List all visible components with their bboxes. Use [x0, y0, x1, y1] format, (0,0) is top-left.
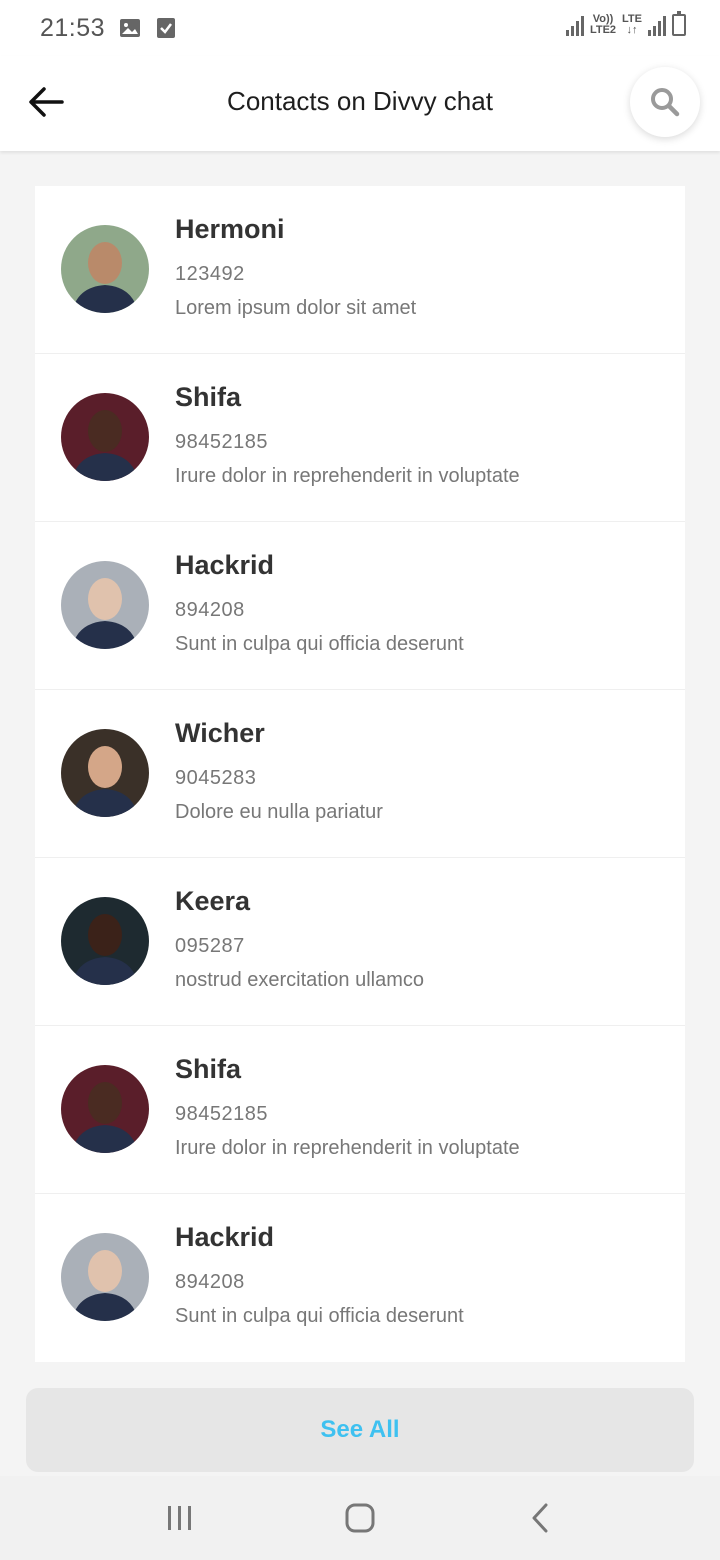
status-time: 21:53: [40, 13, 106, 42]
contact-status: Dolore eu nulla pariatur: [175, 801, 383, 823]
page-title: Contacts on Divvy chat: [227, 86, 493, 116]
contact-status: Lorem ipsum dolor sit amet: [175, 297, 417, 319]
nav-back-button[interactable]: [510, 1488, 570, 1548]
avatar: [61, 897, 149, 985]
recents-button[interactable]: [150, 1488, 210, 1548]
contact-name: Shifa: [175, 382, 242, 412]
image-notification-icon: [120, 19, 141, 37]
battery-icon: [672, 11, 686, 36]
contact-number: 123492: [175, 263, 245, 285]
status-bar: 21:53 Vo)) LTE2 LTE ↓↑: [0, 0, 720, 56]
contact-row[interactable]: Hackrid 894208 Sunt in culpa qui officia…: [35, 522, 685, 690]
contact-status: Irure dolor in reprehenderit in voluptat…: [175, 1137, 520, 1159]
contact-status: nostrud exercitation ullamco: [175, 969, 425, 991]
contact-row[interactable]: Keera 095287 nostrud exercitation ullamc…: [35, 858, 685, 1026]
contact-name: Hackrid: [175, 550, 275, 580]
contact-row[interactable]: Shifa 98452185 Irure dolor in reprehende…: [35, 1026, 685, 1194]
contact-number: 894208: [175, 599, 245, 621]
contact-status: Irure dolor in reprehenderit in voluptat…: [175, 465, 520, 487]
contact-list: Hermoni 123492 Lorem ipsum dolor sit ame…: [35, 186, 685, 1362]
contact-row[interactable]: Hermoni 123492 Lorem ipsum dolor sit ame…: [35, 186, 685, 354]
contact-number: 894208: [175, 1271, 245, 1293]
contact-name: Keera: [175, 886, 251, 916]
contact-row[interactable]: Shifa 98452185 Irure dolor in reprehende…: [35, 354, 685, 522]
contact-status: Sunt in culpa qui officia deserunt: [175, 1305, 464, 1327]
contact-name: Hermoni: [175, 214, 285, 244]
volte-indicator: Vo)) LTE2: [589, 13, 617, 36]
avatar: [61, 561, 149, 649]
contact-row[interactable]: Hackrid 894208 Sunt in culpa qui officia…: [35, 1194, 685, 1362]
task-notification-icon: [157, 18, 176, 38]
contact-number: 095287: [175, 935, 245, 957]
contact-status: Sunt in culpa qui officia deserunt: [175, 633, 464, 655]
see-all-button[interactable]: See All: [26, 1388, 694, 1472]
search-button[interactable]: [630, 67, 700, 137]
avatar: [61, 729, 149, 817]
home-button[interactable]: [330, 1488, 390, 1548]
recents-icon: [168, 1506, 191, 1530]
avatar: [61, 1233, 149, 1321]
contact-number: 98452185: [175, 1103, 268, 1125]
contact-name: Wicher: [175, 718, 265, 748]
navigation-bar: [0, 1476, 720, 1560]
app-header: Contacts on Divvy chat: [0, 56, 720, 151]
signal-icon-2: [648, 14, 666, 36]
contact-name: Shifa: [175, 1054, 242, 1084]
contact-number: 9045283: [175, 767, 257, 789]
contact-number: 98452185: [175, 431, 268, 453]
avatar: [61, 225, 149, 313]
avatar: [61, 393, 149, 481]
home-icon: [345, 1503, 375, 1533]
avatar: [61, 1065, 149, 1153]
lte-indicator: LTE ↓↑: [622, 13, 642, 36]
signal-icon: [565, 14, 584, 36]
contact-row[interactable]: Wicher 9045283 Dolore eu nulla pariatur: [35, 690, 685, 858]
search-icon: [651, 88, 680, 117]
nav-back-icon: [532, 1503, 548, 1533]
contact-name: Hackrid: [175, 1222, 275, 1252]
